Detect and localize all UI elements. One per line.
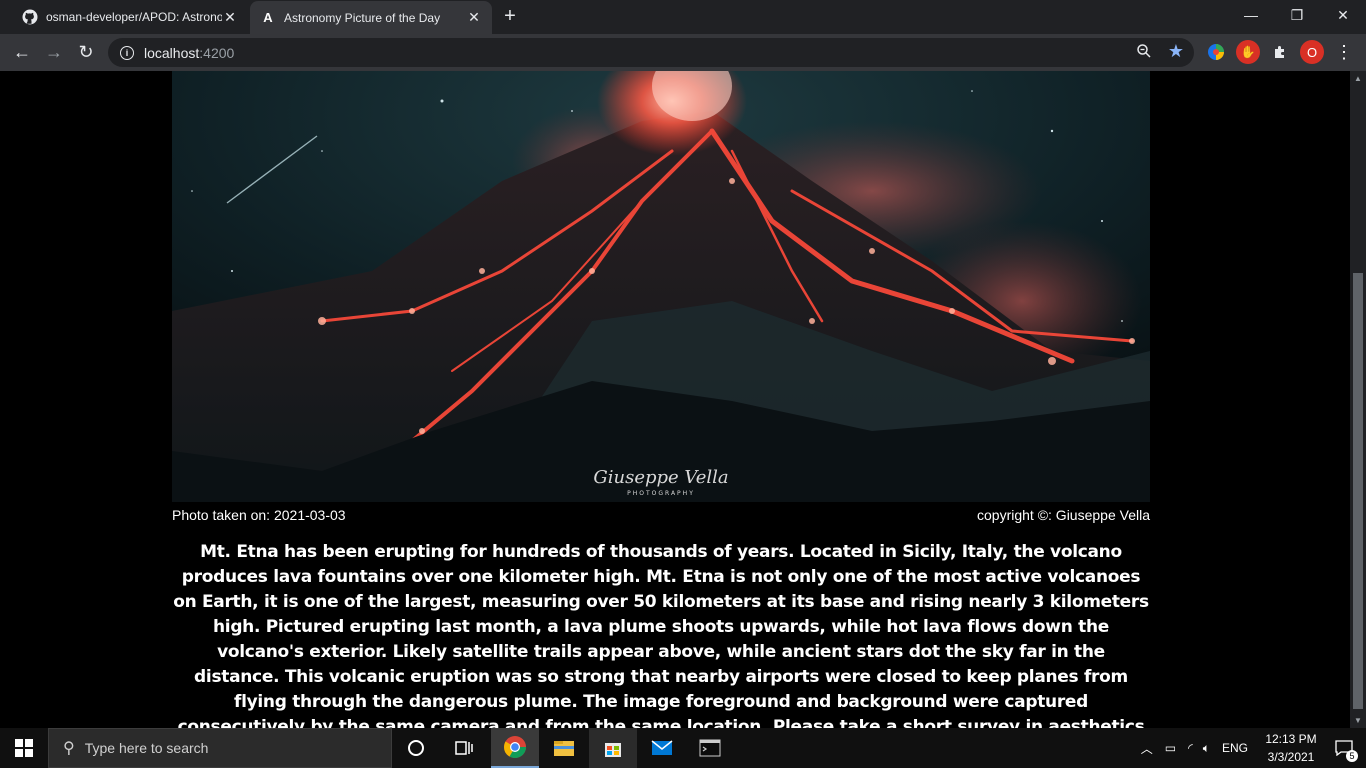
close-window-icon[interactable]: ✕	[1320, 0, 1366, 30]
search-icon: ⚲	[63, 740, 75, 757]
github-icon	[22, 9, 38, 25]
cortana-icon[interactable]	[392, 728, 440, 768]
apod-image: Giuseppe Vella PHOTOGRAPHY	[172, 71, 1150, 502]
start-button[interactable]	[0, 728, 48, 768]
tray-chevron-up-icon[interactable]: ︿	[1141, 740, 1153, 757]
photo-date-caption: Photo taken on: 2021-03-03	[172, 507, 346, 523]
svg-text:PHOTOGRAPHY: PHOTOGRAPHY	[627, 490, 695, 497]
windows-logo-icon	[15, 739, 33, 757]
mail-icon[interactable]	[638, 728, 686, 768]
zoom-icon[interactable]	[1136, 43, 1154, 61]
photographer-watermark: Giuseppe Vella	[593, 467, 728, 488]
angular-icon: A	[263, 10, 273, 25]
minimize-icon[interactable]: —	[1228, 0, 1274, 30]
file-explorer-icon[interactable]	[540, 728, 588, 768]
window-controls: — ❐ ✕	[1228, 0, 1366, 30]
apod-page: Giuseppe Vella PHOTOGRAPHY Photo taken o…	[0, 71, 1350, 728]
reload-icon[interactable]: ↻	[72, 38, 100, 66]
tab-title: osman-developer/APOD: Astronomy	[46, 10, 222, 24]
tab-github[interactable]: osman-developer/APOD: Astronomy ✕	[12, 0, 248, 34]
notifications-icon[interactable]: 5	[1322, 728, 1366, 768]
battery-icon[interactable]: ▭	[1165, 741, 1176, 755]
back-icon[interactable]: ←	[8, 38, 36, 66]
wifi-icon[interactable]: ◜	[1188, 741, 1193, 755]
extension-hand-icon[interactable]: ✋	[1236, 40, 1260, 64]
profile-avatar[interactable]: O	[1300, 40, 1324, 64]
store-icon[interactable]	[589, 728, 637, 768]
copyright-caption: copyright ©: Giuseppe Vella	[977, 507, 1150, 523]
clock[interactable]: 12:13 PM 3/3/2021	[1260, 730, 1322, 766]
notification-count-badge: 5	[1346, 750, 1358, 762]
windows-taskbar: ⚲ Type here to search ︿ ▭ ◜ 🔈︎ ENG 12:13…	[0, 728, 1366, 768]
clock-date: 3/3/2021	[1267, 750, 1315, 764]
url-port: :4200	[199, 44, 235, 61]
new-tab-button[interactable]: +	[498, 4, 522, 28]
system-tray: ︿ ▭ ◜ 🔈︎ ENG 12:13 PM 3/3/2021 5	[1141, 728, 1366, 768]
terminal-icon[interactable]	[686, 728, 734, 768]
extension-colorful-icon[interactable]	[1204, 40, 1228, 64]
volume-icon[interactable]: 🔈︎	[1203, 741, 1210, 756]
extensions-puzzle-icon[interactable]	[1268, 40, 1292, 64]
clock-time: 12:13 PM	[1265, 732, 1317, 746]
menu-kebab-icon[interactable]: ⋮	[1332, 40, 1356, 64]
tab-title: Astronomy Picture of the Day	[284, 10, 441, 25]
scroll-down-icon[interactable]: ▼	[1354, 716, 1362, 725]
tab-apod[interactable]: A Astronomy Picture of the Day ✕	[250, 1, 492, 34]
browser-tab-strip: osman-developer/APOD: Astronomy ✕ A Astr…	[0, 0, 1366, 34]
close-icon[interactable]: ✕	[466, 9, 482, 26]
close-icon[interactable]: ✕	[222, 9, 238, 25]
language-indicator[interactable]: ENG	[1222, 741, 1248, 755]
scrollbar-thumb[interactable]	[1353, 273, 1363, 709]
restore-icon[interactable]: ❐	[1274, 0, 1320, 30]
browser-toolbar: ← → ↻ i localhost:4200 ★ ✋ O ⋮	[0, 34, 1366, 71]
chrome-taskbar-icon[interactable]	[491, 728, 539, 768]
address-bar[interactable]: i localhost:4200 ★	[108, 38, 1194, 67]
task-view-icon[interactable]	[440, 728, 488, 768]
apod-explanation: Mt. Etna has been erupting for hundreds …	[173, 542, 1149, 728]
scroll-up-icon[interactable]: ▲	[1354, 74, 1362, 83]
page-scrollbar[interactable]: ▲ ▼	[1350, 71, 1366, 728]
site-info-icon[interactable]: i	[120, 45, 134, 60]
bookmark-star-icon[interactable]: ★	[1168, 41, 1184, 62]
search-placeholder: Type here to search	[84, 740, 209, 756]
url-host: localhost	[144, 44, 200, 61]
taskbar-search-input[interactable]: ⚲ Type here to search	[48, 728, 392, 768]
forward-icon[interactable]: →	[40, 38, 68, 66]
